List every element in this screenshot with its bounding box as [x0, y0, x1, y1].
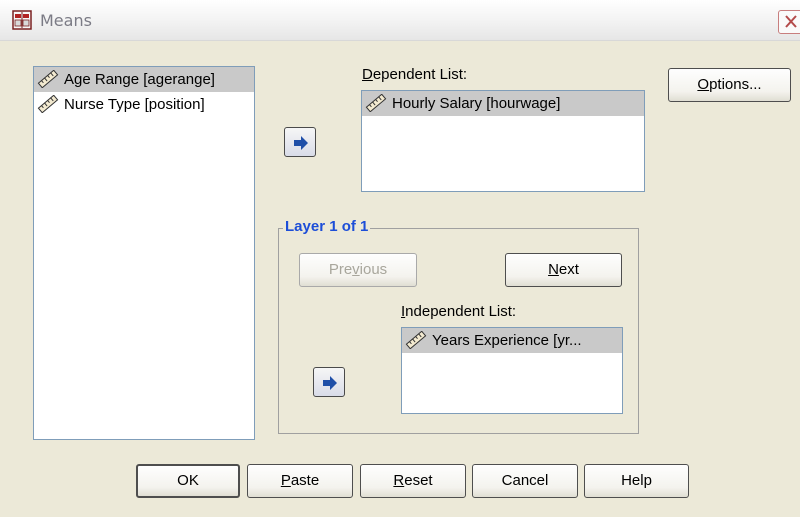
ruler-icon: [365, 93, 387, 112]
ruler-icon: [37, 69, 59, 88]
dependent-list[interactable]: Hourly Salary [hourwage]: [361, 90, 645, 192]
options-button[interactable]: Options...: [668, 68, 791, 102]
window-title: Means: [40, 11, 92, 30]
means-dialog: Means Age Range [agerange] Nurse Type [p…: [0, 0, 800, 517]
item-label: Age Range [agerange]: [64, 71, 215, 88]
independent-list-label: Independent List:: [401, 303, 517, 320]
title-bar[interactable]: Means: [0, 0, 800, 41]
move-to-independent-button[interactable]: [313, 367, 345, 397]
help-button[interactable]: Help: [584, 464, 689, 498]
paste-button[interactable]: Paste: [247, 464, 353, 498]
next-button[interactable]: Next: [505, 253, 622, 287]
source-variable-list[interactable]: Age Range [agerange] Nurse Type [positio…: [33, 66, 255, 440]
list-item[interactable]: Years Experience [yr...: [402, 328, 622, 353]
move-to-dependent-button[interactable]: [284, 127, 316, 157]
right-arrow-icon: [323, 376, 337, 390]
item-label: Years Experience [yr...: [432, 332, 582, 349]
item-label: Hourly Salary [hourwage]: [392, 95, 561, 112]
close-button[interactable]: [778, 10, 800, 34]
close-icon: [785, 15, 797, 28]
list-item[interactable]: Nurse Type [position]: [34, 92, 254, 117]
layer-title: Layer 1 of 1: [283, 218, 371, 235]
ruler-icon: [37, 94, 59, 113]
list-item[interactable]: Hourly Salary [hourwage]: [362, 91, 644, 116]
independent-list[interactable]: Years Experience [yr...: [401, 327, 623, 414]
list-item[interactable]: Age Range [agerange]: [34, 67, 254, 92]
cancel-button[interactable]: Cancel: [472, 464, 578, 498]
ok-button[interactable]: OK: [136, 464, 240, 498]
reset-button[interactable]: Reset: [360, 464, 466, 498]
dependent-list-label: Dependent List:: [362, 66, 468, 83]
spss-means-icon: [12, 10, 32, 30]
right-arrow-icon: [294, 136, 308, 150]
previous-button[interactable]: Previous: [299, 253, 417, 287]
item-label: Nurse Type [position]: [64, 96, 205, 113]
ruler-icon: [405, 330, 427, 349]
